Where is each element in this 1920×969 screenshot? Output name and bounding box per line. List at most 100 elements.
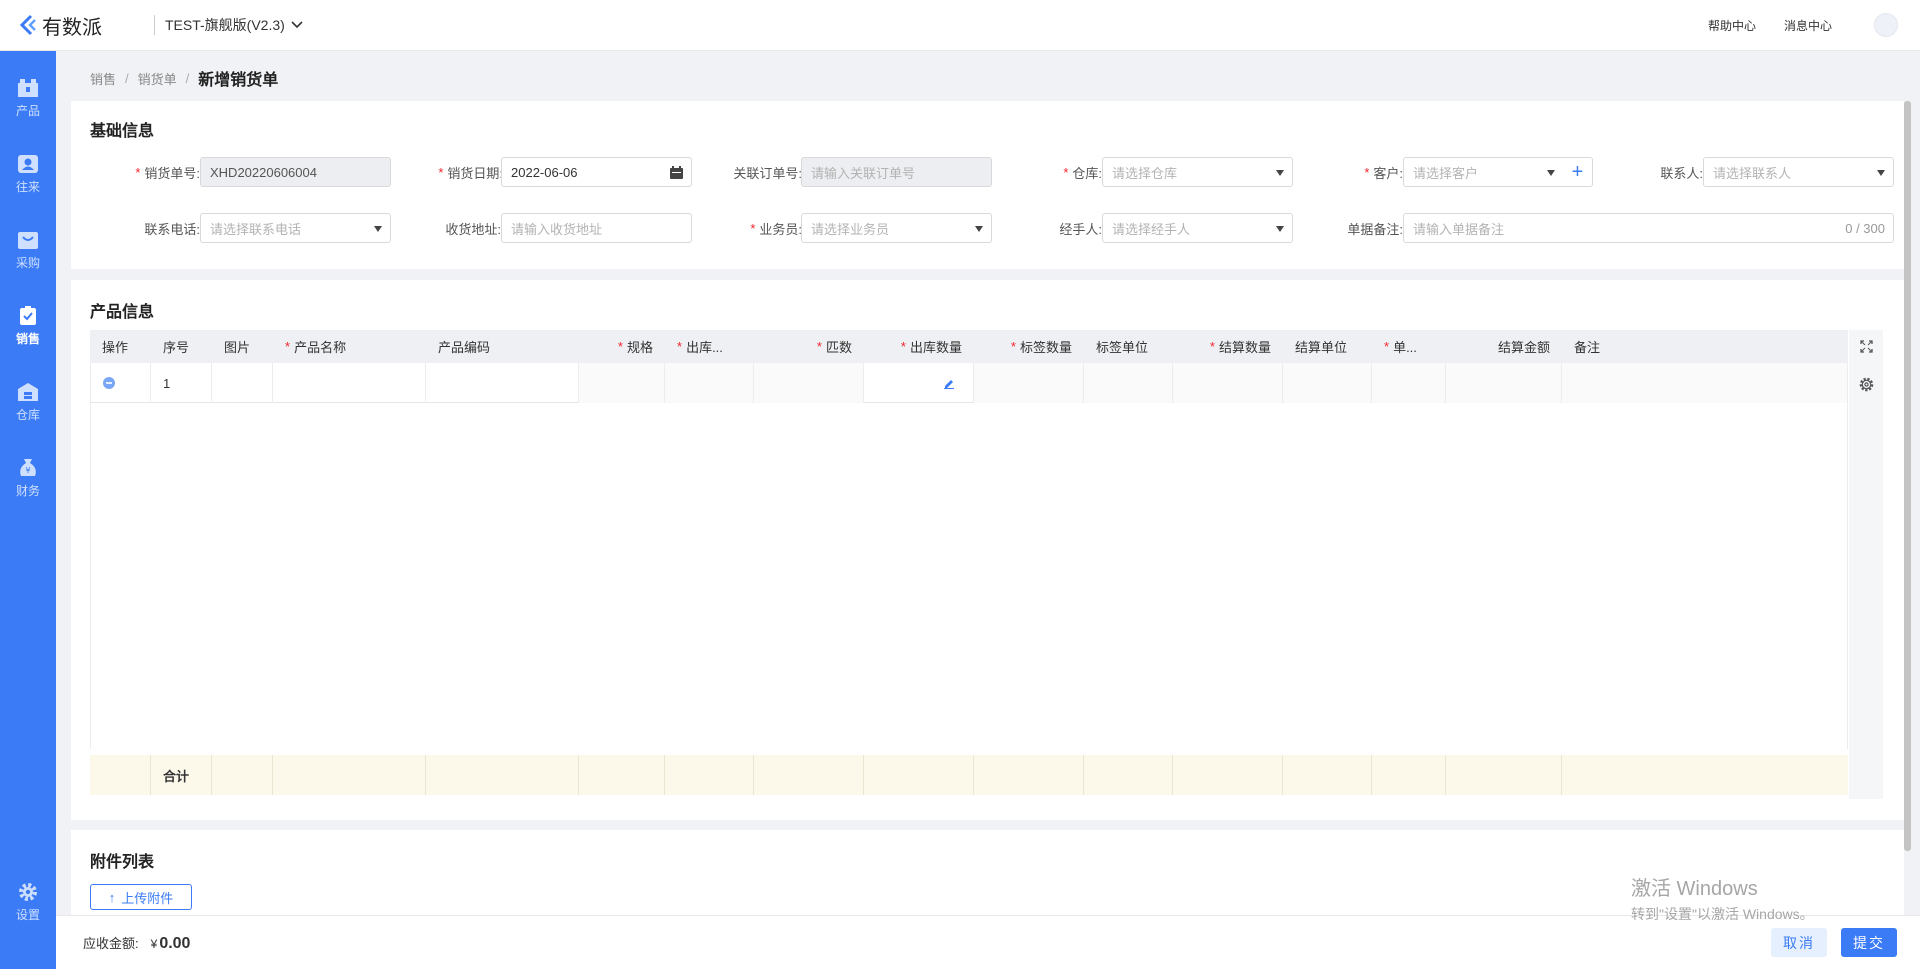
avatar[interactable] [1874, 13, 1898, 37]
finance-icon: ¥ [20, 459, 36, 476]
row-spec-cell[interactable] [579, 363, 665, 403]
receivable-amount-value: 0.00 [159, 935, 191, 952]
version-label: TEST-旗舰版(V2.3) [165, 17, 285, 33]
warehouse-label: * 仓库: [1063, 164, 1102, 181]
help-center-link[interactable]: 帮助中心 [1708, 17, 1756, 34]
sidebar-item-finance[interactable]: ¥ 财务 [0, 454, 56, 514]
customer-select[interactable]: 请选择客户 [1403, 157, 1564, 187]
ref-order-label: 关联订单号: [733, 165, 802, 181]
sidebar-item-label: 产品 [15, 104, 40, 118]
contact-label: 联系人: [1660, 165, 1703, 181]
receivable-amount: 应收金额: ¥ 0.00 [83, 933, 190, 953]
brand-logo[interactable]: 有数派 [18, 11, 136, 40]
cancel-button[interactable]: 取消 [1771, 928, 1827, 957]
order-no-field[interactable]: XHD20220606004 [200, 157, 391, 187]
dropdown-caret-icon [1877, 170, 1885, 176]
basic-info-title: 基础信息 [90, 123, 155, 140]
box-icon [18, 79, 38, 97]
sidebar-item-purchase[interactable]: 采购 [0, 226, 56, 286]
row-outbound-qty-cell[interactable] [864, 363, 974, 403]
handler-select[interactable]: 请选择经手人 [1102, 213, 1293, 243]
row-piece-count-cell[interactable] [754, 363, 864, 403]
top-bar: 有数派 TEST-旗舰版(V2.3) 帮助中心 消息中心 [0, 0, 1920, 51]
summary-cell [665, 755, 754, 795]
row-product-name-cell[interactable] [273, 363, 426, 403]
col-product-name: * 产品名称 [285, 339, 347, 355]
version-selector[interactable]: TEST-旗舰版(V2.3) [165, 15, 303, 35]
phone-select[interactable]: 请选择联系电话 [200, 213, 391, 243]
sidebar-item-label: 仓库 [15, 408, 40, 422]
date-field[interactable]: 2022-06-06 [501, 157, 692, 187]
sidebar-item-contacts[interactable]: 往来 [0, 150, 56, 210]
edit-icon[interactable] [943, 377, 955, 389]
phone-label: 联系电话: [144, 221, 200, 237]
sidebar-item-product[interactable]: 产品 [0, 74, 56, 134]
message-center-link[interactable]: 消息中心 [1784, 17, 1832, 34]
col-index: 序号 [163, 340, 190, 355]
row-settle-amount-cell [1446, 363, 1562, 403]
watermark-line-1: 激活 Windows [1631, 878, 1758, 900]
chevron-down-icon [291, 21, 303, 29]
summary-cell [212, 755, 273, 795]
col-outbound-type: * 出库... [677, 339, 723, 355]
brand-logo-icon [19, 14, 36, 36]
sales-icon [20, 306, 36, 325]
brand-name: 有数派 [42, 16, 102, 39]
row-image-cell[interactable] [212, 363, 273, 403]
windows-activation-watermark: 激活 Windows 转到"设置"以激活 Windows。 [1631, 872, 1814, 924]
date-label: * 销货日期: [438, 164, 503, 181]
contact-select[interactable]: 请选择联系人 [1703, 157, 1894, 187]
row-settle-qty-cell[interactable] [1173, 363, 1283, 403]
col-action: 操作 [102, 340, 129, 355]
table-side-tools [1849, 330, 1883, 799]
breadcrumb-sales-order[interactable]: 销货单 [138, 69, 177, 88]
table-summary-row: 合计 [90, 755, 1848, 795]
breadcrumb-separator: / [185, 70, 190, 86]
row-remark-cell[interactable] [1562, 363, 1848, 403]
ref-order-field[interactable]: 请输入关联订单号 [801, 157, 992, 187]
column-settings-gear-icon[interactable] [1859, 377, 1874, 392]
col-settle-amount: 结算金额 [1497, 340, 1550, 355]
row-product-code-cell [426, 363, 579, 403]
page-scrollbar[interactable] [1904, 101, 1911, 851]
attachments-title: 附件列表 [90, 854, 155, 871]
sidebar-item-warehouse[interactable]: 仓库 [0, 378, 56, 438]
salesman-label: * 业务员: [750, 220, 802, 237]
fullscreen-icon[interactable] [1860, 340, 1873, 353]
col-product-code: 产品编码 [438, 340, 491, 355]
address-label: 收货地址: [445, 221, 501, 237]
form-row-2: 联系电话: 请选择联系电话 收货地址: 请输入收货地址 * 业务员: 请选择业务员… [71, 213, 1904, 243]
warehouse-select[interactable]: 请选择仓库 [1102, 157, 1293, 187]
row-label-qty-cell[interactable] [974, 363, 1084, 403]
summary-cell [579, 755, 665, 795]
submit-button[interactable]: 提交 [1841, 928, 1897, 957]
product-info-title: 产品信息 [90, 304, 155, 321]
dropdown-caret-icon [1547, 170, 1555, 176]
col-label-qty: * 标签数量 [1010, 339, 1072, 355]
remark-char-count: 0 / 300 [1845, 220, 1885, 236]
svg-text:¥: ¥ [25, 466, 30, 475]
row-label-unit-cell [1084, 363, 1173, 403]
remove-row-icon[interactable] [103, 377, 115, 389]
dropdown-caret-icon [975, 226, 983, 232]
summary-cell [864, 755, 974, 795]
watermark-line-2: 转到"设置"以激活 Windows。 [1631, 906, 1814, 922]
contact-icon [18, 155, 38, 173]
table-header: 操作 序号 图片 * 产品名称 产品编码 * 规格 * 出库... * 匹数 * 出库数量… [90, 330, 1848, 363]
row-unit-price-cell[interactable] [1372, 363, 1446, 403]
sidebar-item-sales[interactable]: 销售 [0, 302, 56, 362]
row-outbound-type-cell[interactable] [665, 363, 754, 403]
breadcrumb-sales[interactable]: 销售 [90, 69, 116, 88]
sidebar-item-settings[interactable]: 设置 [0, 878, 56, 938]
dropdown-caret-icon [374, 226, 382, 232]
purchase-icon [18, 232, 38, 249]
add-customer-button[interactable]: + [1563, 157, 1593, 187]
customer-label: * 客户: [1364, 164, 1403, 181]
address-input[interactable]: 请输入收货地址 [501, 213, 692, 243]
salesman-select[interactable]: 请选择业务员 [801, 213, 992, 243]
col-outbound-qty: * 出库数量 [900, 339, 962, 355]
summary-cell [1372, 755, 1446, 795]
col-piece-count: * 匹数 [816, 339, 852, 355]
upload-attachment-button[interactable]: ↑ 上传附件 [90, 884, 192, 910]
remark-input[interactable]: 请输入单据备注 0 / 300 [1403, 213, 1894, 243]
